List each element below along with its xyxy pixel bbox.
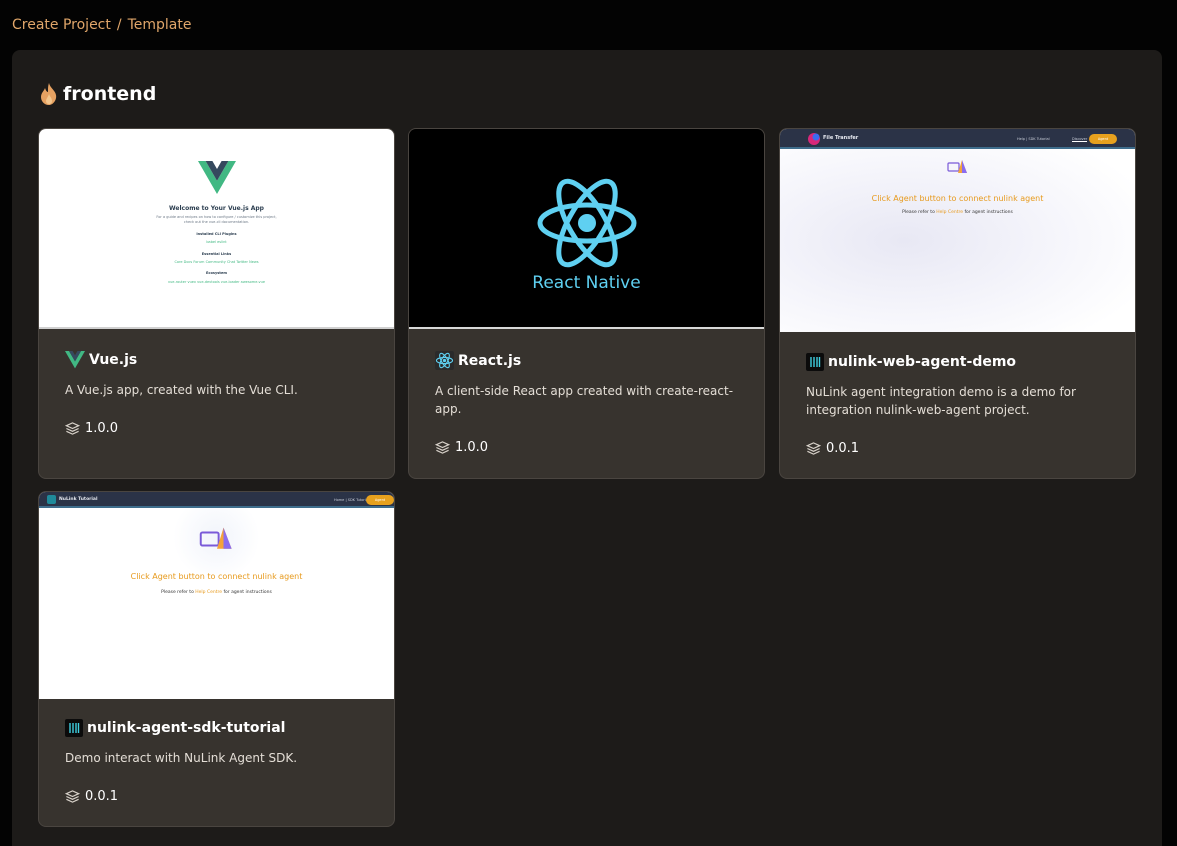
card-title-text: nulink-agent-sdk-tutorial [87, 720, 286, 736]
card-title-text: nulink-web-agent-demo [828, 354, 1017, 370]
card-description: A client-side React app created with cre… [435, 384, 734, 416]
card-version: 0.0.1 [806, 441, 1109, 456]
card-description: NuLink agent integration demo is a demo … [806, 385, 1076, 417]
card-version: 0.0.1 [65, 789, 368, 804]
vue-preview-eco-title: Ecosystem [205, 271, 227, 275]
preview-message: Click Agent button to connect nulink age… [871, 194, 1044, 203]
layers-icon [65, 422, 80, 435]
card-body: nulink-web-agent-demo NuLink agent integ… [780, 353, 1135, 456]
vue-preview-eco: vue-router vuex vue-devtools vue-loader … [168, 280, 265, 284]
breadcrumb-root[interactable]: Create Project [12, 17, 111, 33]
vue-preview-links-title: Essential Links [201, 252, 232, 256]
flame-icon [41, 83, 57, 105]
vue-preview-intro1: For a guide and recipes on how to config… [156, 215, 277, 219]
vue-preview-intro2: check out the vue-cli documentation. [183, 220, 250, 224]
preview-nav-link: Home | SDK Tutorial [334, 498, 369, 502]
preview-sub-before: Please refer to [902, 210, 937, 215]
template-card-nulink-agent-sdk-tutorial[interactable]: NuLink Tutorial Home | SDK Tutorial Agen… [38, 491, 395, 827]
template-card-nulink-web-agent-demo[interactable]: File Transfer Help | SDK Tutorial Discov… [779, 128, 1136, 479]
card-title-text: React.js [458, 352, 522, 369]
section-header: frontend [38, 82, 156, 106]
preview-sub-after: for agent instructions [963, 210, 1013, 215]
layers-icon [435, 441, 450, 454]
agent-demo-preview-image: File Transfer Help | SDK Tutorial Discov… [780, 129, 1135, 332]
card-body: Vue.js A Vue.js app, created with the Vu… [39, 351, 394, 436]
agent-illustration-icon [199, 527, 232, 549]
vue-preview-plugins: babel eslint [206, 240, 227, 244]
sdk-tutorial-preview-image: NuLink Tutorial Home | SDK Tutorial Agen… [39, 492, 394, 699]
card-version-text: 1.0.0 [85, 421, 119, 436]
card-title: nulink-agent-sdk-tutorial [65, 719, 368, 737]
preview-navbar: NuLink Tutorial Home | SDK Tutorial Agen… [39, 492, 394, 508]
card-version: 1.0.0 [435, 440, 738, 455]
vue-preview-image: Welcome to Your Vue.js App For a guide a… [39, 129, 394, 329]
card-version-text: 0.0.1 [85, 789, 119, 804]
vue-preview-heading: Welcome to Your Vue.js App [169, 205, 264, 212]
preview-nav-link: Help | SDK Tutorial [1017, 137, 1050, 141]
preview-navbar: File Transfer Help | SDK Tutorial Discov… [780, 129, 1135, 149]
card-body: React.js A client-side React app created… [409, 351, 764, 455]
preview-subtext: Please refer to Help Centre for agent in… [780, 210, 1135, 215]
preview-brand: File Transfer [823, 135, 859, 141]
card-body: nulink-agent-sdk-tutorial Demo interact … [39, 719, 394, 804]
react-preview-image: React Native [409, 129, 764, 329]
preview-subtext: Please refer to Help Centre for agent in… [39, 590, 394, 595]
vue-logo-icon [65, 351, 85, 369]
breadcrumb-separator: / [116, 17, 122, 33]
vue-logo-icon [198, 161, 236, 194]
preview-nav-item: Discover [1072, 137, 1088, 142]
nulink-logo-icon [806, 353, 824, 371]
card-version-text: 0.0.1 [826, 441, 860, 456]
card-title: React.js [435, 351, 738, 370]
vue-preview-links: Core Docs Forum Community Chat Twitter N… [174, 260, 259, 264]
template-panel: frontend Welcome to Your Vue.js App For … [12, 50, 1162, 846]
preview-sub-before: Please refer to [161, 590, 196, 595]
preview-brand: NuLink Tutorial [59, 497, 98, 502]
layers-icon [806, 442, 821, 455]
file-transfer-logo-icon [808, 133, 820, 145]
template-card-vue[interactable]: Welcome to Your Vue.js App For a guide a… [38, 128, 395, 479]
react-preview-label: React Native [532, 273, 641, 293]
preview-message: Click Agent button to connect nulink age… [130, 572, 303, 581]
react-logo-icon [537, 178, 637, 268]
agent-illustration-icon [947, 160, 967, 173]
card-title-text: Vue.js [89, 352, 138, 368]
nulink-logo-icon [47, 495, 56, 504]
preview-agent-button: Agent [366, 495, 394, 505]
nulink-logo-icon [65, 719, 83, 737]
card-title: Vue.js [65, 351, 368, 369]
react-logo-icon [435, 351, 454, 370]
card-description: Demo interact with NuLink Agent SDK. [65, 751, 298, 765]
card-version: 1.0.0 [65, 421, 368, 436]
vue-preview-plugins-title: Installed CLI Plugins [196, 232, 237, 236]
card-title: nulink-web-agent-demo [806, 353, 1109, 371]
breadcrumb: Create Project / Template [12, 17, 191, 33]
card-description: A Vue.js app, created with the Vue CLI. [65, 383, 298, 397]
preview-sub-link: Help Centre [195, 590, 223, 595]
preview-agent-button: Agent [1089, 134, 1117, 144]
layers-icon [65, 790, 80, 803]
preview-sub-link: Help Centre [936, 210, 964, 215]
card-version-text: 1.0.0 [455, 440, 489, 455]
breadcrumb-current: Template [127, 17, 192, 33]
template-card-react[interactable]: React Native React.js A client-side Reac… [408, 128, 765, 479]
preview-sub-after: for agent instructions [222, 590, 272, 595]
section-title: frontend [63, 83, 157, 105]
